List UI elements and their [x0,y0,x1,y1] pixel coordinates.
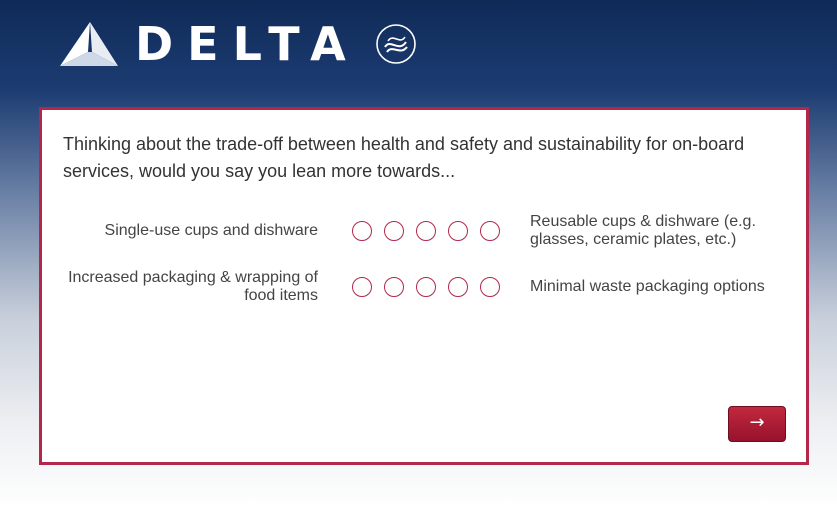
scale-right-label: Reusable cups & dishware (e.g. glasses, … [530,213,756,248]
scale-left-label: Single-use cups and dishware [104,222,318,239]
radio-option-1[interactable] [352,277,372,297]
survey-card: Thinking about the trade-off between hea… [39,107,809,465]
next-button[interactable]: → [728,406,786,442]
header: DELTA [0,0,837,100]
delta-wordmark: DELTA [135,17,360,71]
radio-option-4[interactable] [448,277,468,297]
question-text: Thinking about the trade-off between hea… [63,134,745,181]
rating-scale [352,221,512,241]
scale-right-label: Minimal waste packaging options [530,278,765,295]
rating-scale [352,277,512,297]
radio-option-4[interactable] [448,221,468,241]
scale-left-label: Increased packaging & wrapping of food i… [68,269,318,304]
radio-option-3[interactable] [416,221,436,241]
delta-widget-logo-icon [60,22,118,66]
radio-option-1[interactable] [352,221,372,241]
radio-option-3[interactable] [416,277,436,297]
radio-option-2[interactable] [384,221,404,241]
scale-row: Single-use cups and dishware Reusable cu… [42,211,806,251]
radio-option-2[interactable] [384,277,404,297]
radio-option-5[interactable] [480,221,500,241]
skyteam-logo-icon [376,24,416,64]
radio-option-5[interactable] [480,277,500,297]
scale-row: Increased packaging & wrapping of food i… [42,267,806,307]
